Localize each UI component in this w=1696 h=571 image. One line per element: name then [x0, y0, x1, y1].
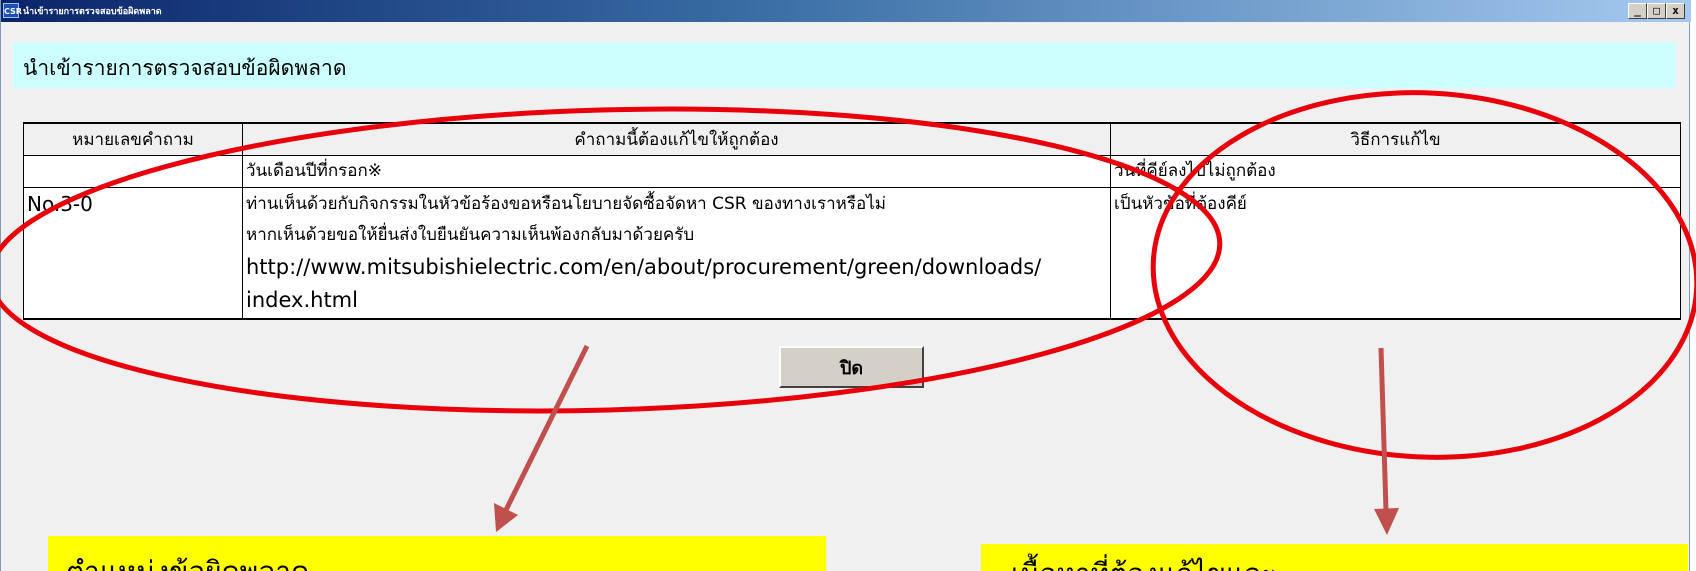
window-title: นำเข้ารายการตรวจสอบข้อผิดพลาด [23, 7, 162, 17]
question-number-cell [23, 155, 243, 188]
form-title: นำเข้ารายการตรวจสอบข้อผิดพลาด [23, 56, 347, 80]
close-window-button[interactable]: x [1666, 3, 1685, 19]
maximize-button[interactable]: □ [1647, 3, 1666, 19]
import-error-window: CSR นำเข้ารายการตรวจสอบข้อผิดพลาด _ □ x … [0, 0, 1691, 571]
fix-content-callout: เนื้อหาที่ต้องแก้ไขและ [981, 544, 1688, 571]
column-header-fix: วิธีการแก้ไข [1110, 122, 1681, 156]
minimize-button[interactable]: _ [1628, 3, 1647, 19]
title-bar[interactable]: CSR นำเข้ารายการตรวจสอบข้อผิดพลาด _ □ x [1, 0, 1691, 22]
question-cell: วันเดือนปีที่กรอก※ [242, 155, 1111, 188]
question-url-line: http://www.mitsubishielectric.com/en/abo… [246, 255, 1042, 279]
question-text-line: ท่านเห็นด้วยกับกิจกรรมในหัวข้อร้องขอหรือ… [246, 194, 886, 214]
column-header-number: หมายเลขคำถาม [23, 122, 243, 156]
form-header: นำเข้ารายการตรวจสอบข้อผิดพลาด [13, 42, 1676, 88]
fix-method-cell: เป็นหัวข้อที่ต้องคีย์ [1110, 187, 1681, 320]
error-list-table: หมายเลขคำถาม คำถามนี้ต้องแก้ไขให้ถูกต้อง… [23, 122, 1681, 320]
question-cell: ท่านเห็นด้วยกับกิจกรรมในหัวข้อร้องขอหรือ… [242, 187, 1111, 320]
error-location-callout: ตำแหน่งข้อผิดพลาด [48, 536, 826, 571]
question-url-line: index.html [246, 288, 358, 312]
csr-app-icon: CSR [3, 3, 22, 18]
table-header-row: หมายเลขคำถาม คำถามนี้ต้องแก้ไขให้ถูกต้อง… [23, 122, 1681, 156]
close-button[interactable]: ปิด [779, 346, 924, 388]
fix-method-cell: วันที่คีย์ลงไปไม่ถูกต้อง [1110, 155, 1681, 188]
table-row[interactable]: No.3-0 ท่านเห็นด้วยกับกิจกรรมในหัวข้อร้อ… [23, 187, 1681, 320]
column-header-question: คำถามนี้ต้องแก้ไขให้ถูกต้อง [242, 122, 1111, 156]
window-controls: _ □ x [1628, 3, 1685, 19]
question-number-cell: No.3-0 [23, 187, 243, 320]
question-text-line: หากเห็นด้วยขอให้ยื่นส่งใบยืนยันความเห็นพ… [246, 225, 695, 245]
table-row[interactable]: วันเดือนปีที่กรอก※ วันที่คีย์ลงไปไม่ถูกต… [23, 155, 1681, 188]
